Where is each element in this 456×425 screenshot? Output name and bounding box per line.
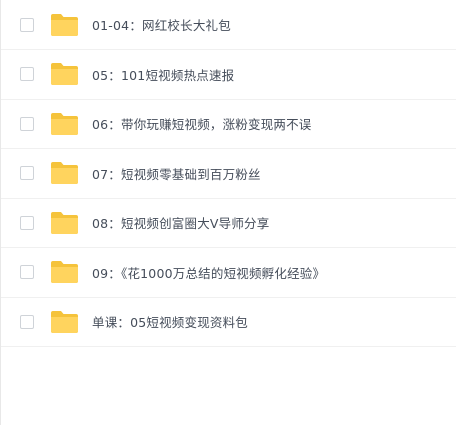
folder-icon [50, 260, 79, 284]
item-name[interactable]: 01-04：网红校长大礼包 [92, 15, 231, 34]
row-checkbox[interactable] [20, 265, 34, 280]
folder-icon [50, 161, 79, 185]
row-checkbox[interactable] [20, 67, 34, 82]
item-name[interactable]: 07：短视频零基础到百万粉丝 [92, 164, 261, 183]
item-name[interactable]: 06：带你玩赚短视频，涨粉变现两不误 [92, 114, 312, 133]
list-item[interactable]: 05：101短视频热点速报 [1, 50, 456, 100]
list-item[interactable]: 07：短视频零基础到百万粉丝 [1, 149, 456, 199]
list-item[interactable]: 06：带你玩赚短视频，涨粉变现两不误 [1, 100, 456, 149]
list-item[interactable]: 01-04：网红校长大礼包 [1, 0, 456, 50]
row-checkbox[interactable] [20, 314, 34, 329]
row-checkbox[interactable] [20, 166, 34, 181]
item-name[interactable]: 08：短视频创富圈大V导师分享 [92, 213, 269, 232]
folder-icon [50, 62, 79, 86]
list-item[interactable]: 08：短视频创富圈大V导师分享 [1, 199, 456, 248]
row-checkbox[interactable] [20, 116, 34, 131]
list-item[interactable]: 09：《花1000万总结的短视频孵化经验》 [1, 248, 456, 298]
file-list: 01-04：网红校长大礼包 05：101短视频热点速报 06：带你玩赚短视频，涨… [0, 0, 456, 425]
folder-icon [50, 310, 79, 334]
item-name[interactable]: 单课：05短视频变现资料包 [92, 312, 248, 331]
folder-icon [50, 211, 79, 235]
row-checkbox[interactable] [20, 215, 34, 230]
row-checkbox[interactable] [20, 17, 34, 32]
folder-icon [50, 13, 79, 37]
folder-icon [50, 112, 79, 136]
item-name[interactable]: 09：《花1000万总结的短视频孵化经验》 [92, 263, 325, 282]
list-item[interactable]: 单课：05短视频变现资料包 [1, 298, 456, 347]
item-name[interactable]: 05：101短视频热点速报 [92, 65, 234, 84]
